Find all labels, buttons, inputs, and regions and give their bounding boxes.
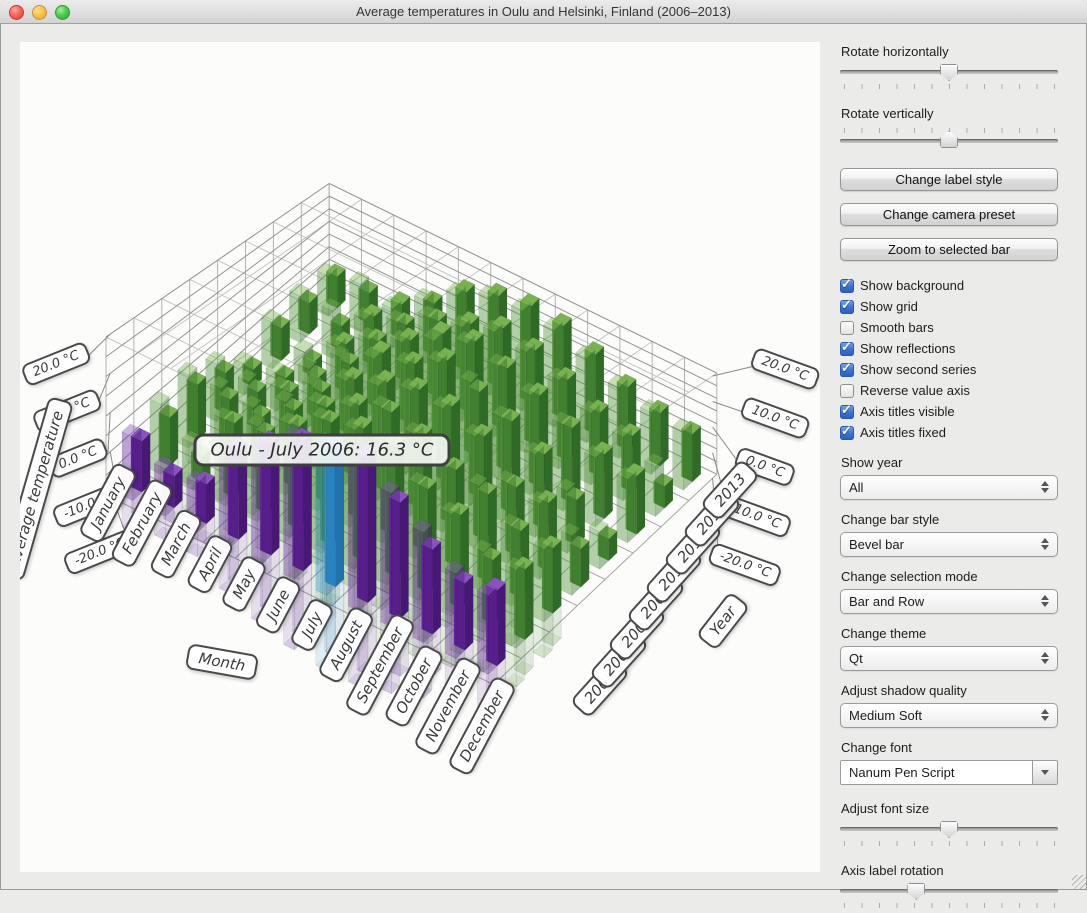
- checkbox-box[interactable]: [840, 342, 854, 356]
- select-value: Qt: [849, 651, 863, 666]
- control-panel: Rotate horizontally Rotate vertically Ch…: [840, 44, 1058, 913]
- slider-handle[interactable]: [940, 64, 958, 81]
- selection-mode-select[interactable]: Bar and Row: [840, 589, 1058, 614]
- checkbox-box[interactable]: [840, 279, 854, 293]
- change-label-style-button[interactable]: Change label style: [840, 168, 1058, 191]
- checkbox-label: Smooth bars: [860, 320, 934, 335]
- slider-ticks: [844, 841, 1058, 846]
- close-button[interactable]: [9, 5, 24, 20]
- checkbox-box[interactable]: [840, 321, 854, 335]
- adjust-font-size-label: Adjust font size: [841, 801, 1058, 817]
- axis-label-rotation-slider[interactable]: [840, 883, 1058, 913]
- bar-graph-3d[interactable]: -20.0 °C-20.0 °C-10.0 °C-10.0 °C0.0 °C0.…: [20, 42, 820, 872]
- checkbox-label: Axis titles fixed: [860, 425, 946, 440]
- checkbox-show-reflections[interactable]: Show reflections: [840, 338, 1058, 359]
- font-combobox[interactable]: Nanum Pen Script: [840, 760, 1058, 785]
- rotate-horizontally-slider[interactable]: [840, 64, 1058, 94]
- shadow-quality-select[interactable]: Medium Soft: [840, 703, 1058, 728]
- checkbox-axis-titles-visible[interactable]: Axis titles visible: [840, 401, 1058, 422]
- rotate-horizontally-label: Rotate horizontally: [841, 44, 1058, 60]
- axis-label-rotation-label: Axis label rotation: [841, 863, 1058, 879]
- slider-handle[interactable]: [940, 131, 958, 148]
- checkbox-box[interactable]: [840, 300, 854, 314]
- checkbox-label: Show reflections: [860, 341, 955, 356]
- checkbox-show-background[interactable]: Show background: [840, 275, 1058, 296]
- title-bar[interactable]: Average temperatures in Oulu and Helsink…: [0, 0, 1087, 24]
- checkbox-label: Reverse value axis: [860, 383, 970, 398]
- adjust-shadow-quality-label: Adjust shadow quality: [841, 683, 1058, 699]
- checkbox-list: Show background Show grid Smooth bars Sh…: [840, 275, 1058, 443]
- updown-arrows-icon: [1041, 481, 1049, 493]
- updown-arrows-icon: [1041, 709, 1049, 721]
- checkbox-show-second-series[interactable]: Show second series: [840, 359, 1058, 380]
- slider-ticks: [844, 903, 1058, 908]
- updown-arrows-icon: [1041, 595, 1049, 607]
- app-window: Average temperatures in Oulu and Helsink…: [0, 0, 1087, 890]
- change-camera-preset-button[interactable]: Change camera preset: [840, 203, 1058, 226]
- change-theme-label: Change theme: [841, 626, 1058, 642]
- resize-grip[interactable]: [1072, 875, 1086, 889]
- checkbox-label: Show background: [860, 278, 964, 293]
- checkbox-box[interactable]: [840, 426, 854, 440]
- rotate-vertically-label: Rotate vertically: [841, 106, 1058, 122]
- rotate-vertically-slider[interactable]: [840, 126, 1058, 156]
- change-bar-style-label: Change bar style: [841, 512, 1058, 528]
- slider-handle[interactable]: [940, 821, 958, 838]
- font-size-slider[interactable]: [840, 821, 1058, 851]
- font-combobox-value: Nanum Pen Script: [849, 765, 955, 780]
- checkbox-show-grid[interactable]: Show grid: [840, 296, 1058, 317]
- checkbox-box[interactable]: [840, 384, 854, 398]
- minimize-button[interactable]: [32, 5, 47, 20]
- show-year-label: Show year: [841, 455, 1058, 471]
- change-selection-mode-label: Change selection mode: [841, 569, 1058, 585]
- checkbox-box[interactable]: [840, 405, 854, 419]
- dropdown-arrow-icon: [1041, 770, 1049, 775]
- window-title: Average temperatures in Oulu and Helsink…: [356, 4, 731, 19]
- select-value: Medium Soft: [849, 708, 922, 723]
- zoom-to-selected-bar-button[interactable]: Zoom to selected bar: [840, 238, 1058, 261]
- show-year-select[interactable]: All: [840, 475, 1058, 500]
- slider-ticks: [844, 128, 1058, 133]
- checkbox-smooth-bars[interactable]: Smooth bars: [840, 317, 1058, 338]
- checkbox-label: Show second series: [860, 362, 976, 377]
- theme-select[interactable]: Qt: [840, 646, 1058, 671]
- change-font-label: Change font: [841, 740, 1058, 756]
- slider-handle[interactable]: [907, 883, 925, 900]
- checkbox-axis-titles-fixed[interactable]: Axis titles fixed: [840, 422, 1058, 443]
- checkbox-box[interactable]: [840, 363, 854, 377]
- dropdown-arrow-button[interactable]: [1032, 761, 1057, 784]
- selection-tooltip: Oulu - July 2006: 16.3 °C: [194, 434, 451, 467]
- slider-ticks: [844, 84, 1058, 89]
- select-value: Bevel bar: [849, 537, 904, 552]
- updown-arrows-icon: [1041, 652, 1049, 664]
- checkbox-reverse-value-axis[interactable]: Reverse value axis: [840, 380, 1058, 401]
- bar-style-select[interactable]: Bevel bar: [840, 532, 1058, 557]
- checkbox-label: Axis titles visible: [860, 404, 955, 419]
- select-value: Bar and Row: [849, 594, 924, 609]
- zoom-button[interactable]: [55, 5, 70, 20]
- checkbox-label: Show grid: [860, 299, 918, 314]
- select-value: All: [849, 480, 863, 495]
- updown-arrows-icon: [1041, 538, 1049, 550]
